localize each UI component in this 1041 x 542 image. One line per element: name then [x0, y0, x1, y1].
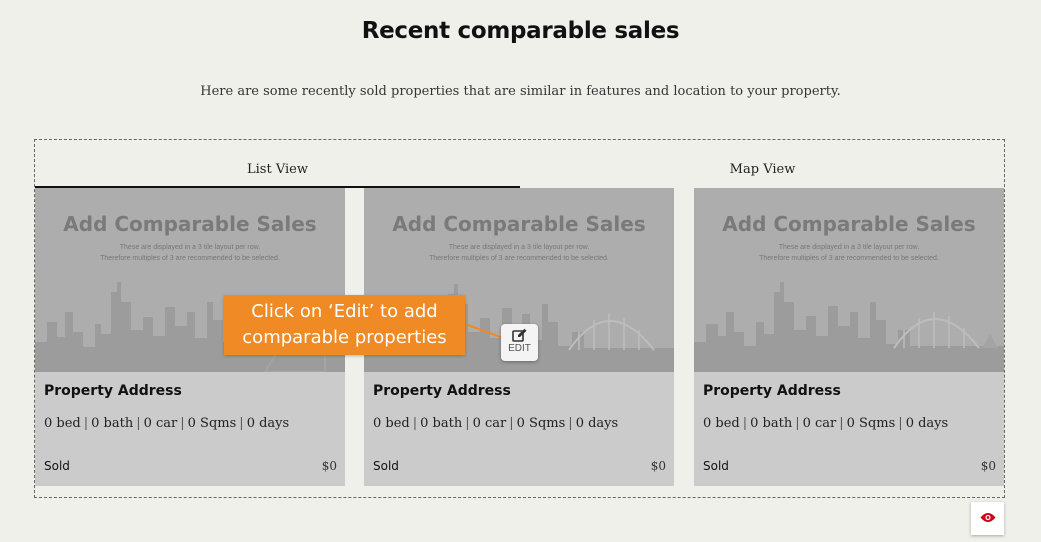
placeholder-note: These are displayed in a 3 tile layout p…	[119, 244, 261, 251]
area-sqms: 0 Sqms	[187, 416, 237, 431]
placeholder-heading: Add Comparable Sales	[392, 212, 646, 236]
bath-count: 0 bath	[420, 416, 463, 431]
placeholder-heading: Add Comparable Sales	[63, 212, 317, 236]
property-address: Property Address	[373, 383, 511, 399]
car-count: 0 car	[472, 416, 507, 431]
bed-count: 0 bed	[703, 416, 740, 431]
placeholder-note: These are displayed in a 3 tile layout p…	[778, 244, 920, 251]
skyline-image	[694, 282, 1004, 372]
comparable-sales-block: List View Map View Add Comparable Sales …	[34, 139, 1005, 498]
placeholder-note: These are displayed in a 3 tile layout p…	[448, 244, 590, 251]
edit-callout: Click on ‘Edit’ to add comparable proper…	[224, 295, 465, 355]
edit-button[interactable]: EDIT	[501, 324, 538, 361]
property-card[interactable]: Add Comparable Sales These are displayed…	[694, 188, 1004, 486]
area-sqms: 0 Sqms	[516, 416, 566, 431]
days-on-market: 0 days	[575, 416, 619, 431]
callout-line-1: Click on ‘Edit’ to add	[251, 301, 438, 322]
sale-price: $0	[321, 459, 337, 473]
page-subtitle: Here are some recently sold properties t…	[200, 84, 841, 99]
bed-count: 0 bed	[44, 416, 81, 431]
property-stats: 0 bed | 0 bath | 0 car | 0 Sqms | 0 days	[44, 416, 290, 431]
car-count: 0 car	[143, 416, 178, 431]
sale-status: Sold	[703, 459, 729, 473]
eye-icon	[980, 513, 995, 522]
edit-label: EDIT	[508, 343, 531, 354]
property-address: Property Address	[44, 383, 182, 399]
sale-price: $0	[650, 459, 666, 473]
property-address: Property Address	[703, 383, 841, 399]
callout-line-2: comparable properties	[242, 327, 447, 348]
tab-list-view[interactable]: List View	[35, 162, 520, 188]
placeholder-note: Therefore multiples of 3 are recommended…	[759, 255, 939, 262]
property-image-placeholder: Add Comparable Sales These are displayed…	[694, 188, 1004, 372]
property-stats: 0 bed | 0 bath | 0 car | 0 Sqms | 0 days	[703, 416, 949, 431]
sale-status: Sold	[44, 459, 70, 473]
placeholder-note: Therefore multiples of 3 are recommended…	[100, 255, 280, 262]
bed-count: 0 bed	[373, 416, 410, 431]
placeholder-heading: Add Comparable Sales	[722, 212, 976, 236]
sale-price: $0	[980, 459, 996, 473]
bath-count: 0 bath	[750, 416, 793, 431]
days-on-market: 0 days	[905, 416, 949, 431]
car-count: 0 car	[802, 416, 837, 431]
page-title: Recent comparable sales	[361, 18, 680, 44]
visibility-toggle-button[interactable]	[971, 502, 1004, 535]
area-sqms: 0 Sqms	[846, 416, 896, 431]
placeholder-note: Therefore multiples of 3 are recommended…	[429, 255, 609, 262]
property-stats: 0 bed | 0 bath | 0 car | 0 Sqms | 0 days	[373, 416, 619, 431]
sale-status: Sold	[373, 459, 399, 473]
days-on-market: 0 days	[246, 416, 290, 431]
bath-count: 0 bath	[91, 416, 134, 431]
edit-icon	[511, 328, 526, 342]
tab-map-view[interactable]: Map View	[520, 162, 1005, 188]
